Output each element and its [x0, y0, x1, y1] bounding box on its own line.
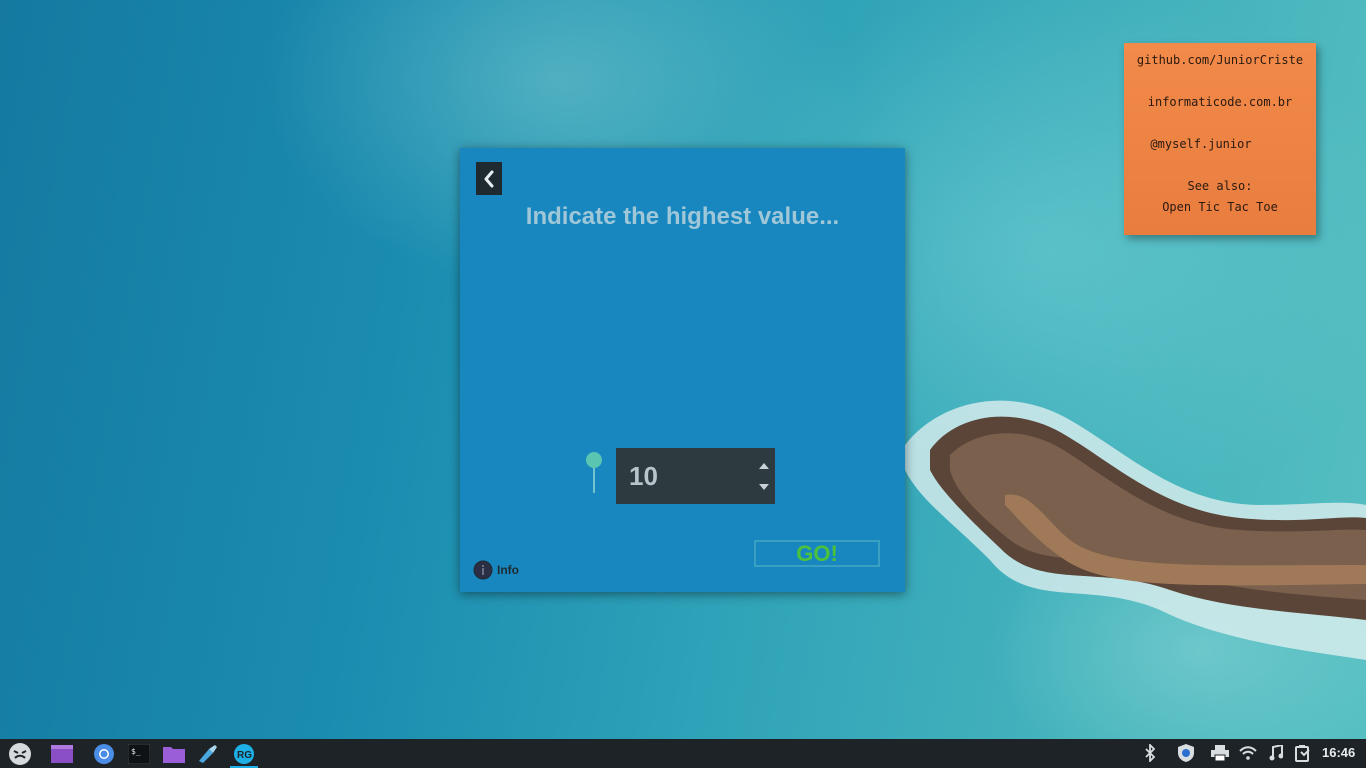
shield-icon [1178, 744, 1194, 762]
files-icon [163, 746, 185, 763]
taskbar-window-button[interactable] [48, 740, 76, 767]
svg-text:RG: RG [237, 750, 252, 761]
page-title: Indicate the highest value... [525, 203, 840, 230]
app-menu-icon [9, 742, 31, 765]
note-line-tic-tac-toe: Open Tic Tac Toe [1162, 200, 1278, 214]
taskbar-clock[interactable]: 16:46 [1322, 745, 1355, 760]
app-menu-button[interactable] [6, 740, 34, 767]
note-line-see-also: See also: [1187, 179, 1253, 193]
app-icon: RG [234, 743, 254, 764]
battery-icon [1295, 745, 1310, 762]
info-label: Info [497, 563, 519, 577]
taskbar-files-button[interactable] [160, 740, 188, 767]
chevron-left-icon [484, 170, 494, 187]
caret-down-icon [759, 484, 769, 490]
game-window: Indicate the highest value... 10 GO! Inf… [460, 148, 905, 592]
tray-music[interactable] [1266, 743, 1286, 763]
note-line-website: informaticode.com.br [1147, 95, 1293, 109]
number-spinbox[interactable]: 10 [616, 448, 775, 504]
tray-bluetooth[interactable] [1140, 743, 1160, 763]
taskbar-terminal-button[interactable]: $_ [125, 740, 153, 767]
value-slider[interactable] [585, 451, 603, 495]
info-icon [473, 560, 493, 580]
taskbar-game-button[interactable]: RG [230, 740, 258, 768]
spinbox-value[interactable]: 10 [629, 461, 658, 492]
note-line-handle: @myself.junior [1150, 137, 1252, 151]
caret-up-icon [759, 463, 769, 469]
taskbar-chromium-button[interactable] [90, 740, 118, 767]
svg-text:$_: $_ [131, 747, 141, 756]
increment-button[interactable] [756, 458, 772, 474]
back-button[interactable] [476, 162, 502, 195]
bluetooth-icon [1145, 744, 1156, 762]
note-line-github: github.com/JuniorCriste [1136, 53, 1304, 67]
chromium-icon [94, 743, 114, 764]
info-button[interactable]: Info [473, 560, 519, 580]
taskbar: $_ RG 16:46 [0, 739, 1366, 768]
tray-battery[interactable] [1294, 743, 1314, 763]
music-icon [1269, 745, 1283, 761]
tray-printer[interactable] [1210, 743, 1230, 763]
wifi-icon [1239, 746, 1257, 760]
slider-handle[interactable] [586, 452, 602, 468]
decrement-button[interactable] [756, 479, 772, 495]
ide-icon [199, 744, 217, 763]
terminal-icon: $_ [128, 743, 150, 764]
window-icon [51, 744, 73, 763]
printer-icon [1211, 745, 1229, 761]
sticky-note: github.com/JuniorCriste informaticode.co… [1124, 43, 1316, 235]
tray-wifi[interactable] [1238, 743, 1258, 763]
tray-shield[interactable] [1176, 743, 1196, 763]
go-button[interactable]: GO! [754, 540, 880, 567]
taskbar-ide-button[interactable] [194, 740, 222, 767]
